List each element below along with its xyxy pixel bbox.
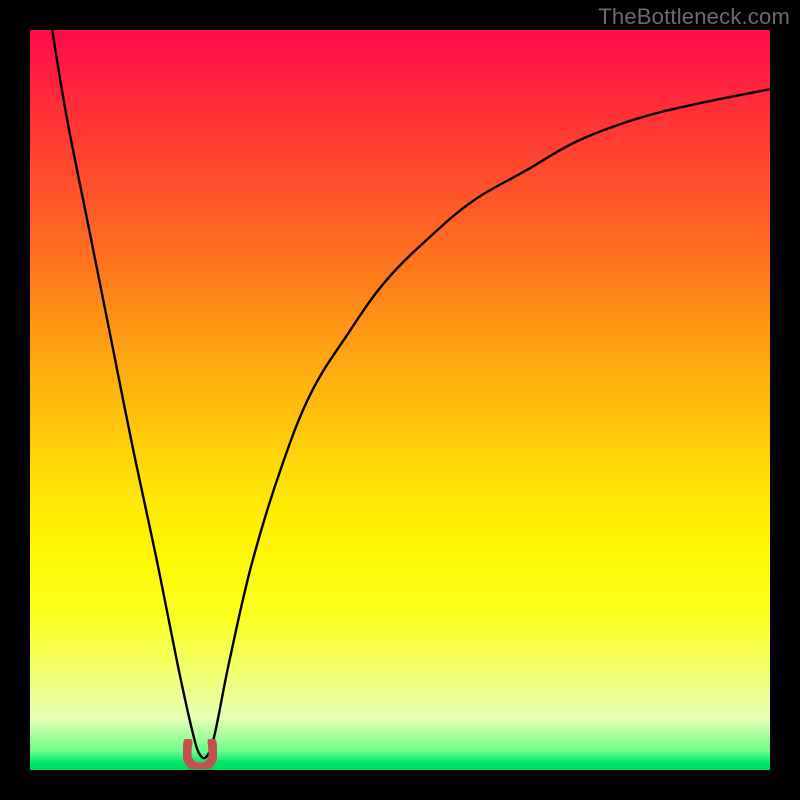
plot-area [30,30,770,770]
watermark-text: TheBottleneck.com [598,4,790,30]
minimum-marker [183,739,217,769]
chart-frame: TheBottleneck.com [0,0,800,800]
bottleneck-curve [30,30,770,770]
